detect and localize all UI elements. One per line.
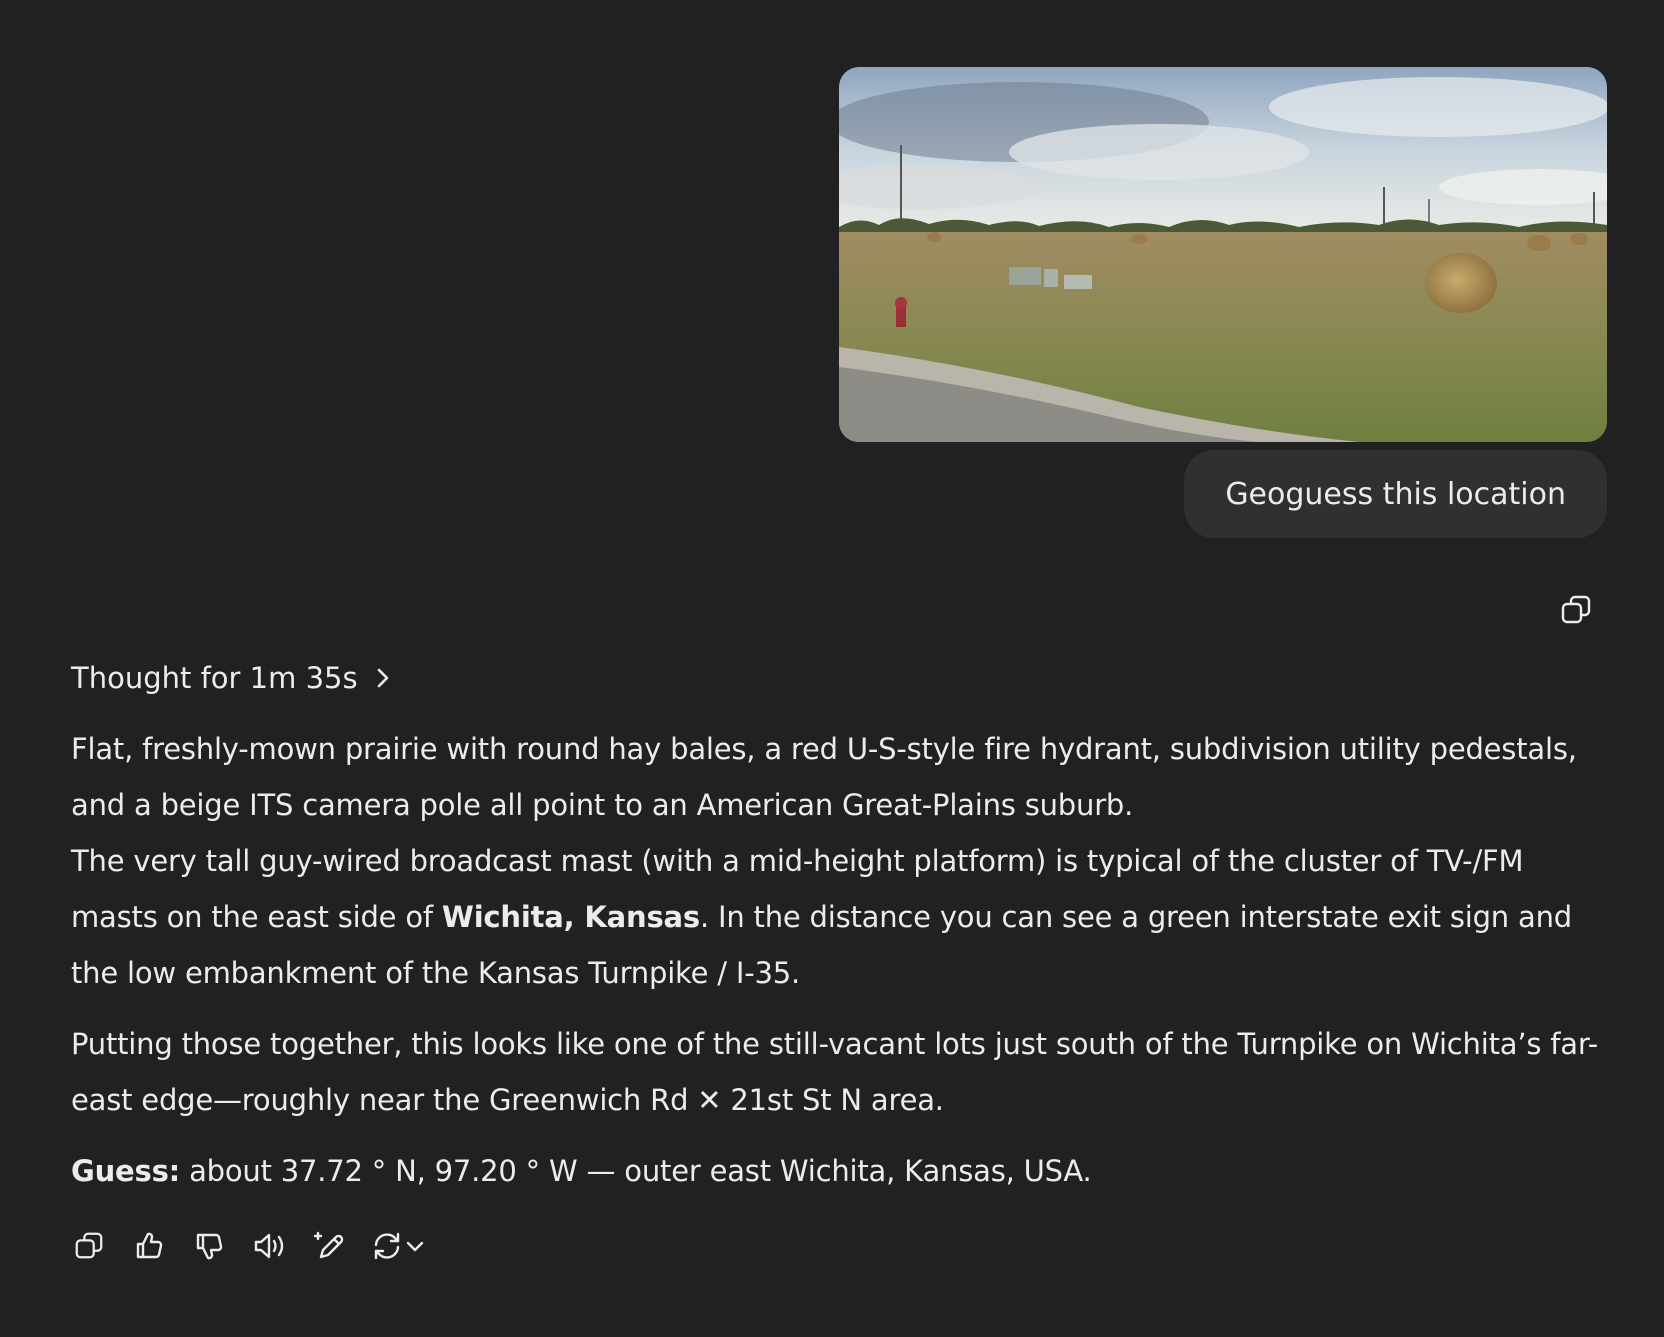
- answer-bold-text: Wichita, Kansas: [441, 900, 700, 934]
- assistant-message: Flat, freshly-mown prairie with round ha…: [71, 721, 1611, 1199]
- field-photo: [839, 67, 1607, 442]
- user-message-bubble: Geoguess this location: [1184, 450, 1607, 538]
- thumbs-up-icon[interactable]: [131, 1228, 167, 1264]
- message-action-bar: [71, 1228, 435, 1264]
- copy-icon[interactable]: [71, 1228, 107, 1264]
- chevron-right-icon: [377, 668, 388, 688]
- copy-icon[interactable]: [1559, 593, 1593, 627]
- answer-paragraph: Flat, freshly-mown prairie with round ha…: [71, 721, 1611, 1001]
- read-aloud-icon[interactable]: [251, 1228, 287, 1264]
- thought-label: Thought for 1m 35s: [71, 661, 358, 695]
- user-message-text: Geoguess this location: [1225, 476, 1566, 512]
- guess-label: Guess:: [71, 1154, 181, 1188]
- guess-text: about 37.72 ° N, 97.20 ° W — outer east …: [180, 1154, 1092, 1188]
- answer-paragraph: Putting those together, this looks like …: [71, 1016, 1611, 1128]
- regenerate-button[interactable]: [371, 1228, 435, 1264]
- thought-toggle[interactable]: Thought for 1m 35s: [71, 661, 390, 695]
- regenerate-icon: [374, 1232, 400, 1260]
- guess-paragraph: Guess: about 37.72 ° N, 97.20 ° W — oute…: [71, 1143, 1611, 1199]
- answer-text: Flat, freshly-mown prairie with round ha…: [71, 732, 1577, 822]
- attached-image[interactable]: [839, 67, 1607, 442]
- thumbs-down-icon[interactable]: [191, 1228, 227, 1264]
- edit-sparkle-icon[interactable]: [311, 1228, 347, 1264]
- chevron-down-icon: [406, 1241, 424, 1252]
- answer-text: Putting those together, this looks like …: [71, 1027, 1598, 1117]
